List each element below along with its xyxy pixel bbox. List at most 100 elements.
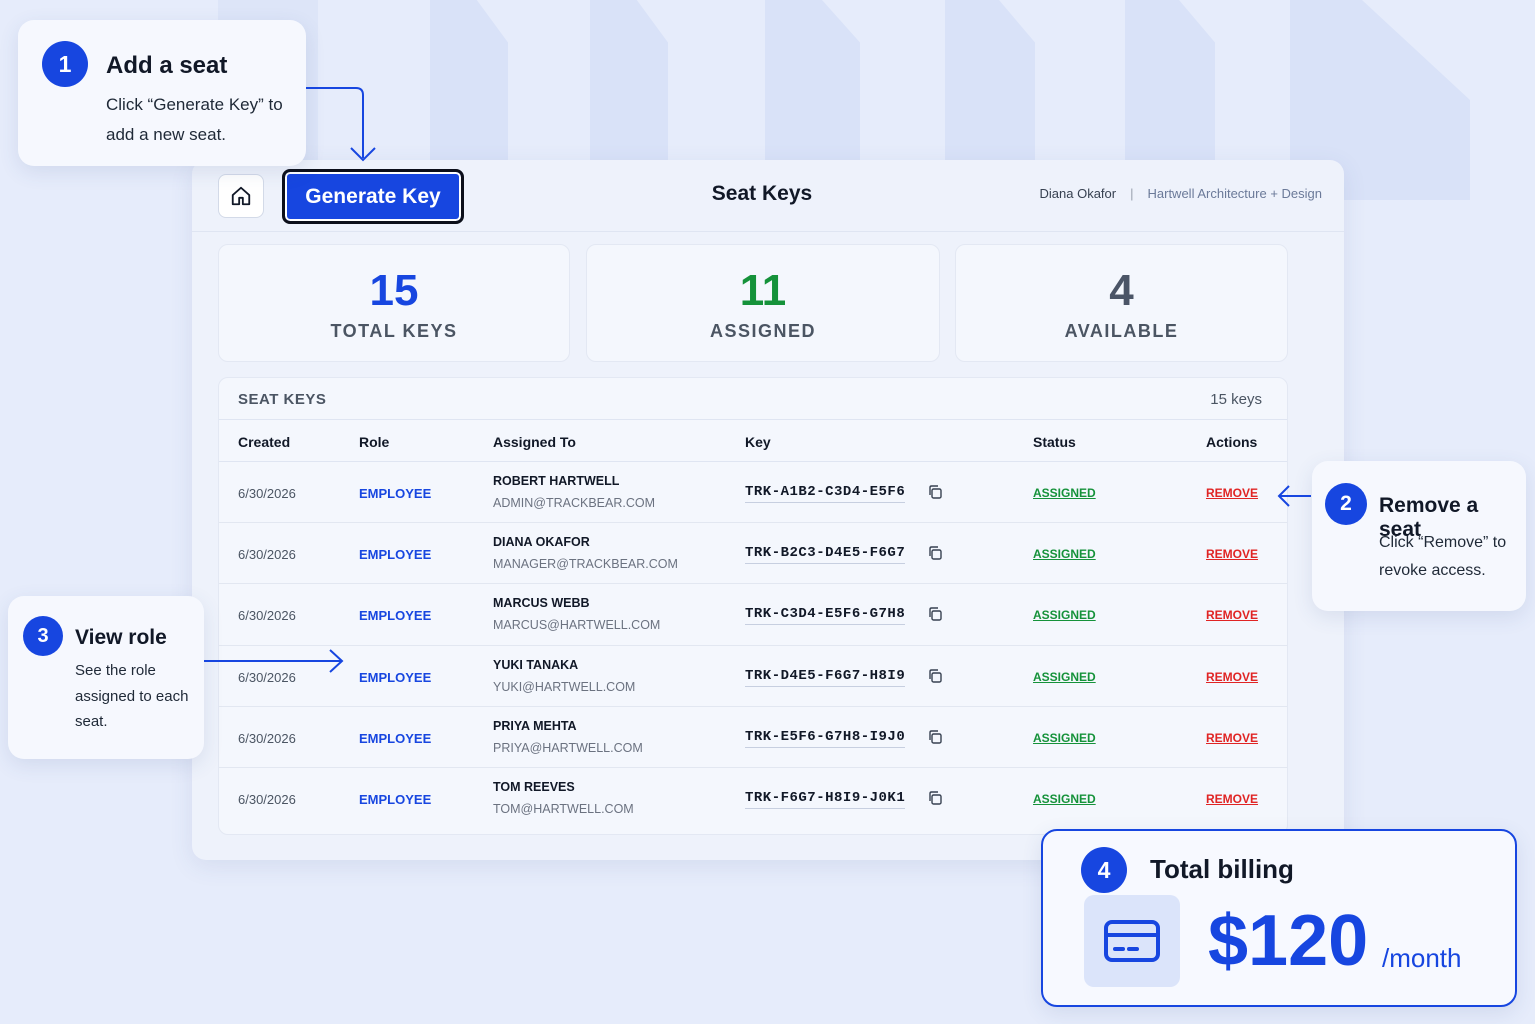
generate-key-button[interactable]: Generate Key bbox=[282, 169, 464, 224]
assignee-email: YUKI@HARTWELL.COM bbox=[493, 679, 636, 694]
assignee-name: ROBERT HARTWELL bbox=[493, 474, 620, 488]
column-status[interactable]: Status bbox=[1033, 434, 1076, 450]
table-row: 6/30/2026 EMPLOYEE MARCUS WEBB MARCUS@HARTW… bbox=[219, 584, 1287, 646]
callout-title: View role bbox=[75, 626, 167, 649]
background-shape bbox=[1125, 0, 1215, 170]
callout-text: Click “Generate Key” to add a new seat. bbox=[106, 95, 283, 144]
column-assigned-to[interactable]: Assigned To bbox=[493, 434, 576, 450]
copy-icon[interactable] bbox=[927, 729, 943, 748]
copy-icon[interactable] bbox=[927, 484, 943, 503]
copy-icon[interactable] bbox=[927, 545, 943, 564]
stat-value: 11 bbox=[739, 266, 787, 315]
seat-key: TRK-A1B2-C3D4-E5F6 bbox=[745, 484, 906, 503]
copy-icon[interactable] bbox=[927, 668, 943, 687]
stat-available: 4 AVAILABLE bbox=[955, 244, 1288, 362]
stat-label: ASSIGNED bbox=[709, 321, 817, 341]
remove-button[interactable]: REMOVE bbox=[1206, 670, 1258, 684]
copy-icon[interactable] bbox=[927, 606, 943, 625]
stat-label: AVAILABLE bbox=[1064, 321, 1179, 341]
stat-assigned: 11 ASSIGNED bbox=[586, 244, 940, 362]
assignee-email: ADMIN@TRACKBEAR.COM bbox=[493, 496, 656, 510]
seat-keys-table: SEAT KEYS 15 keys Created Role Assigned … bbox=[218, 377, 1288, 835]
arrow-to-remove-icon bbox=[1277, 485, 1311, 507]
credit-card-icon bbox=[1104, 920, 1160, 962]
billing-period: /month bbox=[1382, 943, 1462, 973]
callout-remove-seat: 2 Remove a seat Click “Remove” to revoke… bbox=[1312, 461, 1526, 611]
step-badge: 3 bbox=[23, 616, 63, 656]
seat-key: TRK-B2C3-D4E5-F6G7 bbox=[745, 545, 906, 565]
remove-button[interactable]: REMOVE bbox=[1206, 731, 1258, 745]
column-key[interactable]: Key bbox=[745, 434, 771, 450]
header-separator: | bbox=[1130, 186, 1134, 201]
user-info: Diana Okafor | Hartwell Architecture + D… bbox=[1040, 186, 1322, 201]
role-label: EMPLOYEE bbox=[359, 791, 432, 807]
assignee-name: YUKI TANAKA bbox=[493, 657, 579, 672]
table-body: 6/30/2026 EMPLOYEE ROBERT HARTWELL ADMIN@TR… bbox=[219, 462, 1287, 829]
callout-title: Total billing bbox=[1150, 854, 1294, 884]
remove-button[interactable]: REMOVE bbox=[1206, 486, 1258, 500]
created-date: 6/30/2026 bbox=[238, 486, 296, 501]
column-created[interactable]: Created bbox=[238, 434, 290, 450]
stat-total-keys: 15 TOTAL KEYS bbox=[218, 244, 570, 362]
stat-value: 4 bbox=[1109, 266, 1134, 315]
arrow-to-generate-icon bbox=[306, 87, 376, 162]
seat-key: TRK-F6G7-H8I9-J0K1 bbox=[745, 790, 906, 809]
page-title: Seat Keys bbox=[711, 182, 813, 205]
column-actions: Actions bbox=[1206, 434, 1258, 450]
status-badge: ASSIGNED bbox=[1033, 791, 1096, 806]
background-shape bbox=[945, 0, 1035, 170]
background-shape bbox=[590, 0, 668, 170]
home-button[interactable] bbox=[218, 174, 264, 218]
background-shape bbox=[765, 0, 860, 170]
table-row: 6/30/2026 EMPLOYEE TOM REEVES TOM@HARTWELL.… bbox=[219, 768, 1287, 829]
table-row: 6/30/2026 EMPLOYEE DIANA OKAFOR MANAGER@TRA… bbox=[219, 523, 1287, 585]
arrow-to-role-icon bbox=[204, 649, 344, 673]
assignee-email: MARCUS@HARTWELL.COM bbox=[493, 618, 661, 633]
assignee-email: TOM@HARTWELL.COM bbox=[493, 801, 634, 816]
status-badge: ASSIGNED bbox=[1033, 608, 1096, 623]
remove-button[interactable]: REMOVE bbox=[1206, 792, 1258, 806]
credit-card-icon-tile bbox=[1084, 895, 1180, 987]
status-badge: ASSIGNED bbox=[1033, 730, 1096, 745]
status-badge: ASSIGNED bbox=[1033, 669, 1096, 684]
table-row: 6/30/2026 EMPLOYEE YUKI TANAKA YUKI@HARTWEL… bbox=[219, 646, 1287, 707]
column-headers: Created Role Assigned To Key Status Acti… bbox=[219, 420, 1287, 462]
app-header: Generate Key Seat Keys Diana Okafor | Ha… bbox=[192, 160, 1344, 232]
assignee-email: MANAGER@TRACKBEAR.COM bbox=[493, 557, 678, 572]
callout-view-role: 3 View role See the role assigned to eac… bbox=[8, 596, 204, 759]
seat-key: TRK-D4E5-F6G7-H8I9 bbox=[745, 668, 906, 687]
column-role[interactable]: Role bbox=[359, 434, 389, 450]
callout-add-seat: 1 Add a seat Click “Generate Key” to add… bbox=[18, 20, 306, 166]
created-date: 6/30/2026 bbox=[238, 547, 296, 563]
seat-key: TRK-C3D4-E5F6-G7H8 bbox=[745, 606, 906, 626]
callout-text: See the role assigned to each seat. bbox=[75, 662, 189, 730]
role-label: EMPLOYEE bbox=[359, 608, 432, 624]
assignee-name: MARCUS WEBB bbox=[493, 596, 590, 611]
billing-amount: $120 bbox=[1208, 901, 1369, 981]
remove-button[interactable]: REMOVE bbox=[1206, 608, 1258, 622]
stat-label: TOTAL KEYS bbox=[330, 321, 458, 341]
callout-total-billing: 4 Total billing $120 /month bbox=[1041, 829, 1517, 1007]
table-header-bar: SEAT KEYS 15 keys bbox=[219, 378, 1287, 420]
background-shape bbox=[430, 0, 508, 170]
created-date: 6/30/2026 bbox=[238, 730, 296, 746]
user-name: Diana Okafor bbox=[1039, 186, 1117, 201]
remove-button[interactable]: REMOVE bbox=[1206, 547, 1258, 561]
role-label: EMPLOYEE bbox=[359, 730, 432, 746]
status-badge: ASSIGNED bbox=[1033, 486, 1096, 500]
key-count: 15 keys bbox=[1210, 391, 1262, 408]
table-row: 6/30/2026 EMPLOYEE ROBERT HARTWELL ADMIN@TR… bbox=[219, 462, 1287, 524]
assignee-email: PRIYA@HARTWELL.COM bbox=[493, 740, 643, 755]
home-icon bbox=[231, 186, 251, 206]
role-label: EMPLOYEE bbox=[359, 669, 432, 685]
assignee-name: DIANA OKAFOR bbox=[493, 535, 590, 550]
step-badge: 1 bbox=[42, 41, 88, 87]
org-name: Hartwell Architecture + Design bbox=[1147, 186, 1323, 201]
copy-icon[interactable] bbox=[927, 790, 943, 809]
role-label: EMPLOYEE bbox=[359, 486, 432, 501]
created-date: 6/30/2026 bbox=[238, 791, 296, 807]
assignee-name: PRIYA MEHTA bbox=[493, 718, 577, 733]
step-badge: 2 bbox=[1325, 483, 1367, 525]
callout-text: Click “Remove” to revoke access. bbox=[1379, 534, 1507, 579]
created-date: 6/30/2026 bbox=[238, 608, 296, 624]
